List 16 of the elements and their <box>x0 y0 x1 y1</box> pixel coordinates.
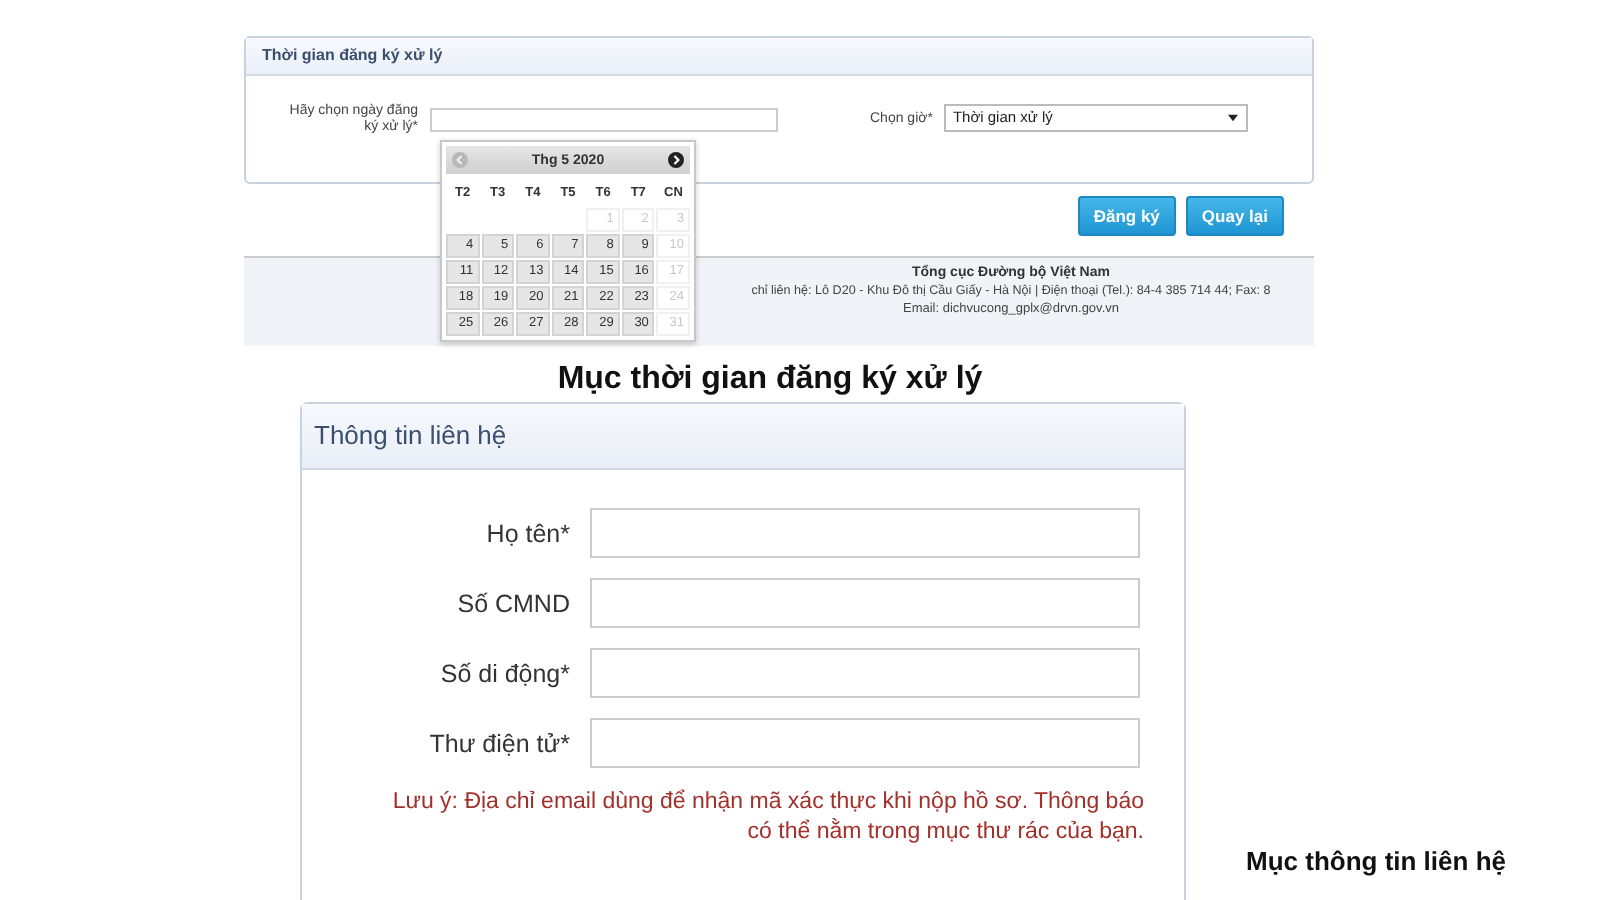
caption: Mục thông tin liên hệ <box>1246 846 1506 876</box>
caption: Mục thời gian đăng ký xử lý <box>555 362 985 398</box>
field-label: Số di động* <box>438 659 570 687</box>
panel-title: Thời gian đăng ký xử lý <box>246 38 1312 76</box>
input-field[interactable] <box>590 578 1140 628</box>
next-month-icon[interactable] <box>668 152 684 168</box>
input-field[interactable] <box>590 508 1140 558</box>
input-field[interactable] <box>590 648 1140 698</box>
input-field[interactable] <box>590 718 1140 768</box>
caret-icon <box>1228 114 1239 122</box>
date-input-field[interactable] <box>430 108 778 132</box>
panel-title: Thông tin liên hệ <box>302 404 1184 470</box>
field-label: Số CMND <box>455 589 570 617</box>
field-label: Thư điện tử* <box>427 729 570 757</box>
note-text: Lưu ý: Địa chỉ email dùng để nhận mã xác thực khi nộp hồ sơ. Thông báo có thể nằm trong mục thư rác của bạn. <box>390 788 1144 848</box>
field-label: Họ tên* <box>484 519 570 547</box>
